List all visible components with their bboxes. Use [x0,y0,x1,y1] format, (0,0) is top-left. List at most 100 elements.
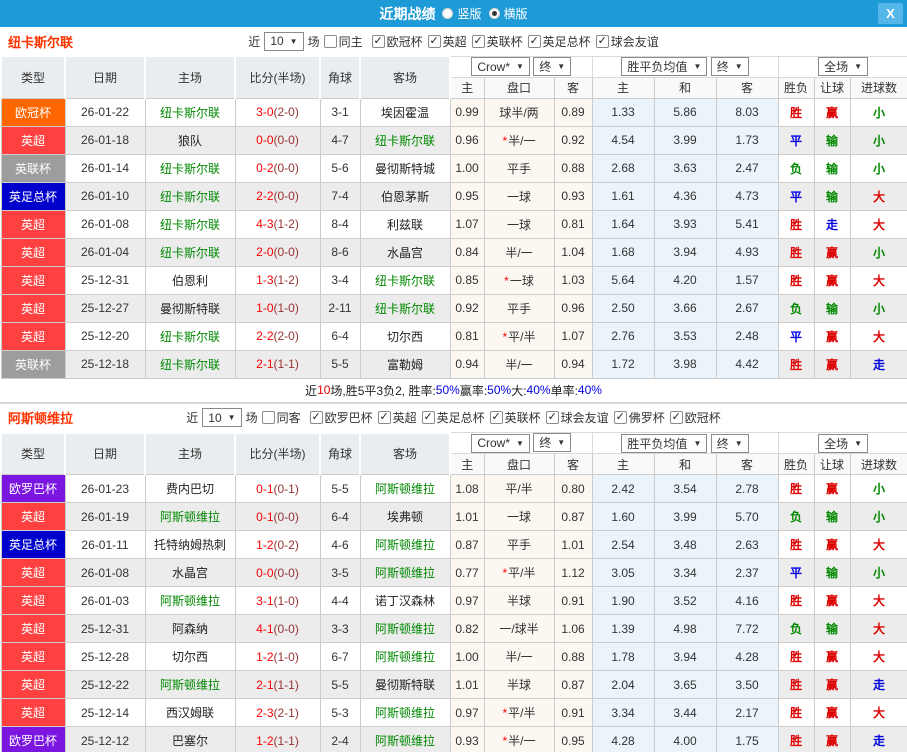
europe-metric-select[interactable]: 胜平负均值 ▼ [621,57,708,76]
chevron-down-icon: ▼ [516,438,524,448]
cell-corners: 3-3 [319,614,361,643]
radio-horizontal-label: 横版 [503,7,528,21]
cell-home-team: 巴塞尔 [144,726,236,752]
cell-draw-odds: 5.86 [653,97,717,127]
cell-lose-odds: 2.67 [715,293,779,323]
cell-corners: 5-3 [319,698,361,727]
europe-time-select[interactable]: 终 ▼ [710,433,749,453]
scope-select[interactable]: 全场 ▼ [818,433,869,453]
close-button[interactable]: X [878,3,903,24]
cell-goals-result: 大 [849,642,907,671]
league-filter-checkbox[interactable]: ✓ 欧冠杯 [669,409,721,426]
checkbox-checked-icon: ✓ [613,411,627,424]
same-venue-checkbox[interactable]: 同主 [323,33,363,50]
chevron-down-icon: ▼ [693,62,702,71]
match-count-value: 10 [270,34,284,48]
cell-score: 0-0(0-0) [234,125,321,155]
cell-away-team: 阿斯顿维拉 [359,558,451,587]
layout-radio-vertical[interactable]: 竖版 [442,5,482,22]
cell-draw-odds: 3.94 [653,642,717,671]
cell-win-odds: 1.39 [591,614,655,643]
league-filter-checkbox[interactable]: ✓ 英超 [427,33,467,50]
handicap-time-select[interactable]: 终 ▼ [533,57,572,76]
subcol-draw: 和 [653,453,717,475]
cell-handicap-line: 平手 [483,293,555,323]
cell-date: 26-01-23 [64,474,146,503]
cell-win-odds: 4.54 [591,125,655,155]
bookmaker-select[interactable]: Crow* ▼ [471,433,530,453]
cell-handicap-result: 输 [813,558,851,587]
cell-draw-odds: 3.63 [653,153,717,183]
cell-away-handicap-odds: 0.87 [553,502,593,531]
match-count-select[interactable]: 10 ▼ [264,31,304,51]
league-filter-checkbox[interactable]: ✓ 欧罗巴杯 [309,409,373,426]
cell-lose-odds: 4.93 [715,237,779,267]
league-filter-checkbox[interactable]: ✓ 球会友谊 [595,33,659,50]
cell-lose-odds: 4.42 [715,349,779,379]
cell-draw-odds: 3.34 [653,558,717,587]
cell-win-odds: 1.61 [591,181,655,211]
match-row: 英超 25-12-14 西汉姆联 2-3(2-1) 5-3 阿斯顿维拉 0.97 *平/半 0.… [0,698,907,727]
europe-metric-select[interactable]: 胜平负均值 ▼ [621,433,708,453]
cell-away-team: 纽卡斯尔联 [359,265,451,295]
europe-time-select[interactable]: 终 ▼ [710,57,749,76]
cell-draw-odds: 3.94 [653,237,717,267]
cell-goals-result: 大 [849,209,907,239]
cell-home-handicap-odds: 0.97 [449,586,485,615]
layout-radio-horizontal[interactable]: 横版 [488,5,528,22]
cell-win-odds: 1.72 [591,349,655,379]
cell-lose-odds: 2.63 [715,530,779,559]
league-label: 欧冠杯 [386,34,423,49]
scope-select[interactable]: 全场 ▼ [818,57,869,76]
section-newcastle: 纽卡斯尔联 近 10 ▼ 场 同主 ✓ 欧冠杯 ✓ 英超 ✓ 英联杯 ✓ 英足总杯 ✓ 球会友谊 [0,27,907,404]
cell-away-team: 阿斯顿维拉 [359,726,451,752]
cell-away-handicap-odds: 1.01 [553,530,593,559]
europe-time-value: 终 [716,60,729,74]
league-filter-checkbox[interactable]: ✓ 佛罗杯 [613,409,665,426]
match-type-badge: 英超 [0,237,66,267]
cell-match-result: 负 [777,293,815,323]
cell-goals-result: 小 [849,125,907,155]
cell-date: 25-12-31 [64,614,146,643]
cell-corners: 2-11 [319,293,361,323]
result-scope-group: 全场 ▼ [777,432,907,454]
cell-corners: 5-5 [319,349,361,379]
checkbox-checked-icon: ✓ [489,411,503,424]
league-filter-checkbox[interactable]: ✓ 球会友谊 [545,409,609,426]
cell-home-handicap-odds: 1.01 [449,670,485,699]
summary-segment: 近 [305,383,318,398]
league-filter-checkbox[interactable]: ✓ 英足总杯 [527,33,591,50]
league-filter-checkbox[interactable]: ✓ 英超 [377,409,417,426]
cell-home-team: 阿斯顿维拉 [144,670,236,699]
cell-goals-result: 小 [849,502,907,531]
cell-lose-odds: 5.41 [715,209,779,239]
cell-lose-odds: 2.37 [715,558,779,587]
match-count-value: 10 [208,410,222,425]
summary-segment: 赢率: [459,383,488,398]
cell-match-result: 负 [777,502,815,531]
cell-match-result: 胜 [777,642,815,671]
league-filter-checkbox[interactable]: ✓ 英联杯 [471,33,523,50]
league-label: 佛罗杯 [628,411,665,425]
bookmaker-select[interactable]: Crow* ▼ [471,57,530,76]
chevron-down-icon: ▼ [516,62,524,72]
summary-segment: 大: [511,383,527,398]
same-venue-checkbox[interactable]: 同客 [261,409,301,426]
page-title: 近期战绩 [379,5,436,22]
match-count-select[interactable]: 10 ▼ [202,408,242,427]
handicap-time-select[interactable]: 终 ▼ [533,433,572,453]
match-type-badge: 英足总杯 [0,530,66,559]
match-row: 欧罗巴杯 25-12-12 巴塞尔 1-2(1-1) 2-4 阿斯顿维拉 0.93 *半/一 0… [0,726,907,752]
cell-home-handicap-odds: 0.93 [449,726,485,752]
cell-goals-result: 走 [849,670,907,699]
league-filter-checkbox[interactable]: ✓ 英联杯 [489,409,541,426]
cell-date: 25-12-12 [64,726,146,752]
league-filter-checkbox[interactable]: ✓ 英足总杯 [421,409,485,426]
league-label: 英联杯 [486,34,523,49]
cell-handicap-result: 赢 [813,474,851,503]
cell-goals-result: 小 [849,474,907,503]
cell-corners: 2-4 [319,726,361,752]
cell-corners: 3-1 [319,97,361,127]
league-filter-checkbox[interactable]: ✓ 欧冠杯 [371,33,423,50]
cell-match-result: 胜 [777,209,815,239]
